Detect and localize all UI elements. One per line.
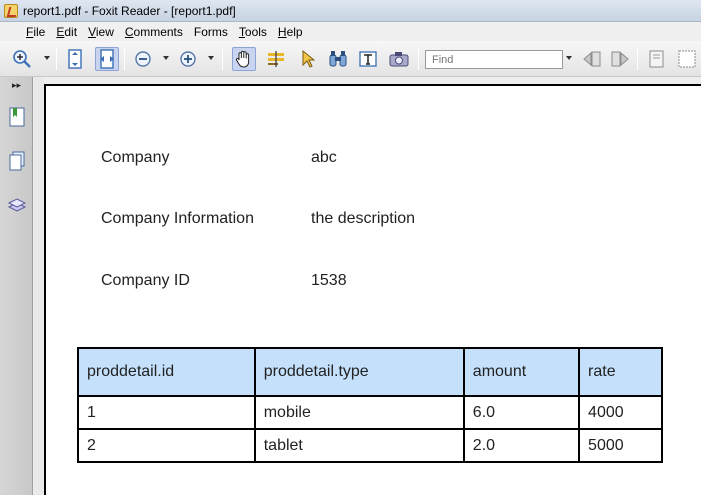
find-input[interactable] [425,50,563,69]
hand-tool-icon[interactable] [232,47,256,71]
toolbar-separator [222,48,223,70]
column-header-amount: amount [462,347,581,397]
window-title: report1.pdf - Foxit Reader - [report1.pd… [23,3,236,18]
table-header-row: proddetail.id proddetail.type amount rat… [77,347,663,397]
cell-rate: 5000 [578,428,663,463]
company-information-label: Company Information [101,210,254,227]
company-information-value: the description [311,210,416,227]
menu-file[interactable]: File [26,25,45,39]
pdf-page: Company abc Company Information the desc… [44,84,701,495]
company-value: abc [311,149,337,166]
cell-id: 2 [77,428,256,463]
toolbar [0,41,701,77]
blank-page-icon[interactable] [675,47,699,71]
cell-type: mobile [253,395,465,430]
typewriter-icon[interactable] [356,47,380,71]
find-previous-icon[interactable] [580,47,604,71]
collapse-panel-icon[interactable]: ▸▸ [12,80,21,91]
zoom-in-plus-icon[interactable] [176,47,200,71]
binoculars-icon[interactable] [326,47,350,71]
toolbar-separator [637,48,638,70]
company-id-label: Company ID [101,272,190,289]
zoom-in-icon[interactable] [10,47,34,71]
cell-amount: 2.0 [462,428,581,463]
find-next-icon[interactable] [608,47,632,71]
menu-view[interactable]: View [88,25,114,39]
navigation-panel: ▸▸ [0,77,33,495]
cell-amount: 6.0 [462,395,581,430]
zoom-out-dropdown-arrow[interactable] [163,56,169,60]
layers-icon[interactable] [6,193,28,217]
cell-id: 1 [77,395,256,430]
text-select-icon[interactable] [264,47,288,71]
title-bar: report1.pdf - Foxit Reader - [report1.pd… [0,0,701,22]
zoom-dropdown-arrow[interactable] [44,56,50,60]
page-gutter [34,77,44,495]
menu-comments[interactable]: Comments [125,25,183,39]
proddetail-table: proddetail.id proddetail.type amount rat… [77,347,663,463]
find-dropdown-arrow[interactable] [566,56,572,60]
column-header-rate: rate [578,347,663,397]
toolbar-separator [418,48,419,70]
menu-forms[interactable]: Forms [194,25,228,39]
fit-page-icon[interactable] [63,47,87,71]
menu-edit[interactable]: Edit [56,25,77,39]
snapshot-icon[interactable] [387,47,411,71]
table-row: 1 mobile 6.0 4000 [77,395,663,430]
zoom-in-dropdown-arrow[interactable] [208,56,214,60]
menu-help[interactable]: Help [278,25,303,39]
table-row: 2 tablet 2.0 5000 [77,428,663,463]
pages-thumbnails-icon[interactable] [6,149,28,173]
toolbar-separator [56,48,57,70]
column-header-type: proddetail.type [253,347,465,397]
cell-rate: 4000 [578,395,663,430]
fit-width-icon[interactable] [95,47,119,71]
company-id-value: 1538 [311,272,347,289]
foxit-app-icon [4,3,18,18]
company-label: Company [101,149,170,166]
menu-tools[interactable]: Tools [239,25,267,39]
menu-bar: File Edit View Comments Forms Tools Help [0,22,701,41]
note-icon[interactable] [645,47,669,71]
toolbar-separator [124,48,125,70]
bookmarks-icon[interactable] [6,105,28,129]
zoom-out-icon[interactable] [131,47,155,71]
cell-type: tablet [253,428,465,463]
column-header-id: proddetail.id [77,347,256,397]
select-arrow-icon[interactable] [296,47,320,71]
